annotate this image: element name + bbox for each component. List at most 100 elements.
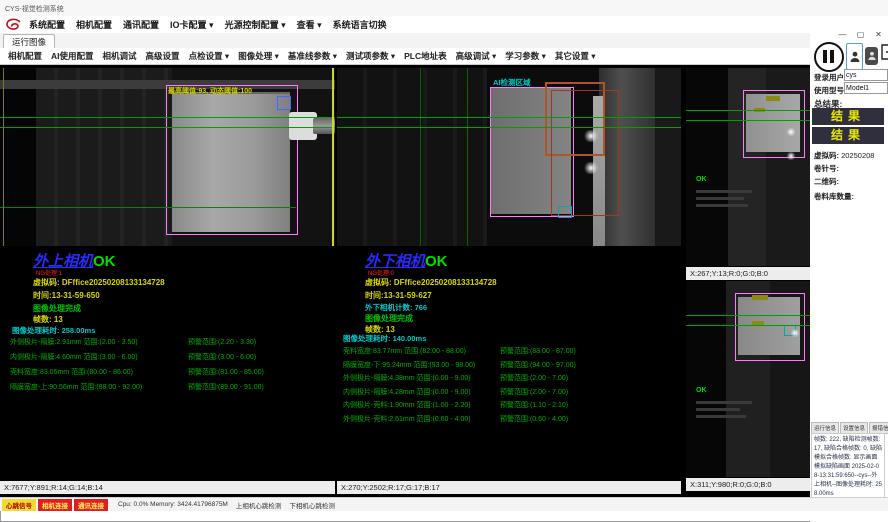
machine-shadow bbox=[686, 68, 728, 266]
title-bar: CYS-视觉检测系统 bbox=[0, 0, 888, 16]
tool-ai-config[interactable]: AI使用配置 bbox=[51, 50, 94, 62]
virtual-code-value: 20250208 bbox=[841, 151, 874, 160]
user-icon bbox=[850, 51, 860, 63]
window-controls: — ▢ ✕ bbox=[837, 30, 884, 39]
menu-item-language-switch[interactable]: 系统语言切换 bbox=[333, 18, 387, 31]
left-ng-count: NG处理:1 bbox=[36, 268, 62, 277]
login-user-button[interactable] bbox=[846, 43, 863, 70]
maximize-icon[interactable]: ▢ bbox=[855, 30, 866, 39]
user-manage-button[interactable] bbox=[865, 47, 878, 65]
measure-row: 壳料宽度:83.05mm 范围:(80.00 - 86.00)预警范围:(81.… bbox=[10, 367, 332, 382]
minimize-icon[interactable]: — bbox=[837, 30, 848, 39]
tool-spot-check[interactable]: 点检设置 ▾ bbox=[189, 50, 230, 62]
left-camera-status: OK bbox=[93, 253, 116, 270]
measure-row: 外侧极片-隔膜:2.91mm 范围:(2.00 - 3.50)预警范围:(2.2… bbox=[10, 337, 332, 352]
status-bar: 心跳信号 相机连接 通讯连接 Cpu: 0.0% Memory: 3424.41… bbox=[0, 497, 888, 511]
measure-row: 外侧极片-壳料:2.61mm 范围:(0.60 - 4.00)预警范围:(0.6… bbox=[343, 414, 678, 428]
mid-camera-image[interactable]: AI检测区域 bbox=[337, 68, 681, 246]
measure-line bbox=[686, 110, 810, 111]
tool-advanced-setup[interactable]: 高级设置 bbox=[146, 50, 180, 62]
pause-icon bbox=[830, 50, 834, 63]
measure-vline bbox=[467, 68, 468, 246]
left-camera-image[interactable]: 最高阈值:93, 动态阈值:100 bbox=[0, 68, 335, 246]
result-display-1: 结果 bbox=[812, 108, 884, 125]
exit-door-icon bbox=[881, 44, 888, 60]
machine-shadow bbox=[0, 68, 36, 246]
cpu-memory-readout: Cpu: 0.0% Memory: 3424.41796875M bbox=[118, 501, 228, 508]
tool-other-settings[interactable]: 其它设置 ▾ bbox=[555, 50, 596, 62]
measure-row: 隔膜宽度-上:90.56mm 范围:(88.00 - 92.00)预警范围:(8… bbox=[10, 382, 332, 397]
toolbar: 相机配置 AI使用配置 相机调试 高级设置 点检设置 ▾ 图像处理 ▾ 基准线参… bbox=[0, 48, 810, 65]
bottom-camera-heartbeat-text: 下相机心跳检测 bbox=[289, 500, 335, 510]
measure-row: 内侧极片-隔膜:4.28mm 范围:(0.00 - 9.00)预警范围:(2.0… bbox=[343, 387, 678, 401]
measure-line bbox=[337, 127, 681, 128]
right-sidebar: 登录用户: 使用型号: 总结果: 结果 结果 虚拟码: 20250208 卷针号… bbox=[810, 16, 888, 522]
tiny-text-mark bbox=[696, 401, 752, 404]
thumb-top-pixel-readout: X:267;Y:13;R:0;G:0;B:0 bbox=[686, 267, 810, 280]
virtual-code-row: 虚拟码: 20250208 bbox=[814, 150, 874, 161]
needle-number-label: 卷针号: bbox=[814, 163, 839, 174]
menu-item-system-config[interactable]: 系统配置 bbox=[29, 18, 65, 31]
measure-row: 隔膜宽度-下:95.24mm 范围:(93.00 - 98.00)预警范围:(9… bbox=[343, 360, 678, 374]
top-camera-heartbeat-text: 上相机心跳检测 bbox=[236, 500, 282, 510]
thumb-bottom-camera-image[interactable]: OK bbox=[686, 281, 810, 477]
tool-plc-address[interactable]: PLC地址表 bbox=[404, 50, 447, 62]
tool-image-process[interactable]: 图像处理 ▾ bbox=[238, 50, 279, 62]
thumb-top-status: OK bbox=[696, 176, 707, 183]
left-process-time: 图像处理耗时: 258.00ms bbox=[12, 325, 95, 336]
mid-camera-status: OK bbox=[425, 253, 448, 270]
mid-barcode: 虚拟码: DFffice20250208133134728 bbox=[365, 277, 497, 288]
tiny-label-mark bbox=[752, 295, 768, 300]
pause-button[interactable] bbox=[814, 42, 844, 72]
light-glow bbox=[583, 162, 599, 174]
tool-baseline-params[interactable]: 基准线参数 ▾ bbox=[288, 50, 337, 62]
exit-button[interactable] bbox=[881, 44, 888, 65]
measure-row: 内侧极片-隔膜:4.60mm 范围:(3.00 - 6.00)预警范围:(3.0… bbox=[10, 352, 332, 367]
login-user-input[interactable] bbox=[844, 69, 888, 81]
window-title: CYS-视觉检测系统 bbox=[5, 4, 64, 14]
mid-pixel-readout: X:270;Y:2502;R:17;G:17;B:17 bbox=[337, 481, 681, 494]
stock-quantity-label: 卷料库数量: bbox=[814, 191, 854, 202]
light-glow bbox=[790, 329, 800, 337]
measure-line bbox=[0, 127, 335, 128]
login-user-label: 登录用户: bbox=[814, 72, 847, 83]
close-icon[interactable]: ✕ bbox=[873, 30, 884, 39]
measure-row: 外侧极片-隔膜:4.38mm 范围:(0.00 - 9.00)预警范围:(2.0… bbox=[343, 373, 678, 387]
menu-item-io-config[interactable]: IO卡配置 ▾ bbox=[170, 18, 214, 31]
panel-divider-line bbox=[332, 68, 334, 246]
light-glow bbox=[583, 130, 599, 142]
app-window: CYS-视觉检测系统 系统配置 相机配置 通讯配置 IO卡配置 ▾ 光源控制配置… bbox=[0, 0, 888, 522]
thumb-top-camera-image[interactable]: OK bbox=[686, 68, 810, 266]
user-icon bbox=[868, 51, 876, 61]
menu-item-light-config[interactable]: 光源控制配置 ▾ bbox=[225, 18, 286, 31]
menu-item-camera-config[interactable]: 相机配置 bbox=[76, 18, 112, 31]
menu-item-view[interactable]: 查看 ▾ bbox=[297, 18, 322, 31]
left-barcode: 虚拟码: DFffice20250208133134728 bbox=[33, 277, 165, 288]
pause-icon bbox=[823, 50, 827, 63]
machine-shadow bbox=[686, 281, 726, 477]
left-pixel-readout: X:7677;Y:891;R:14;G:14;B:14 bbox=[0, 481, 335, 494]
left-frame-count: 帧数: 13 bbox=[33, 314, 63, 325]
light-glow bbox=[786, 152, 796, 160]
menu-item-comm-config[interactable]: 通讯配置 bbox=[123, 18, 159, 31]
measure-row: 壳料宽度:83.77mm 范围:(82.00 - 88.00)预警范围:(83.… bbox=[343, 346, 678, 360]
measure-line bbox=[686, 315, 810, 316]
tool-advanced-debug[interactable]: 高级调试 ▾ bbox=[456, 50, 497, 62]
thumb-bottom-status: OK bbox=[696, 387, 707, 394]
mid-process-done: 图像处理完成 bbox=[365, 313, 413, 324]
measure-line bbox=[0, 207, 296, 208]
mid-time: 时间:13-31-59-627 bbox=[365, 290, 432, 301]
tab-run-image[interactable]: 运行图像 bbox=[3, 34, 55, 48]
roi-blue-box bbox=[277, 96, 291, 110]
tool-learn-params[interactable]: 学习参数 ▾ bbox=[505, 50, 546, 62]
tool-test-params[interactable]: 测试项参数 ▾ bbox=[346, 50, 395, 62]
tool-camera-debug[interactable]: 相机调试 bbox=[103, 50, 137, 62]
tool-camera-config[interactable]: 相机配置 bbox=[8, 50, 42, 62]
tiny-label-mark bbox=[766, 96, 780, 101]
measure-line bbox=[337, 117, 681, 118]
model-input[interactable] bbox=[844, 82, 888, 94]
tab-strip: 运行图像 bbox=[0, 33, 810, 49]
measure-vline bbox=[420, 68, 421, 246]
virtual-code-label: 虚拟码: bbox=[814, 151, 839, 160]
mid-ng-count: NG处理:0 bbox=[368, 268, 394, 277]
